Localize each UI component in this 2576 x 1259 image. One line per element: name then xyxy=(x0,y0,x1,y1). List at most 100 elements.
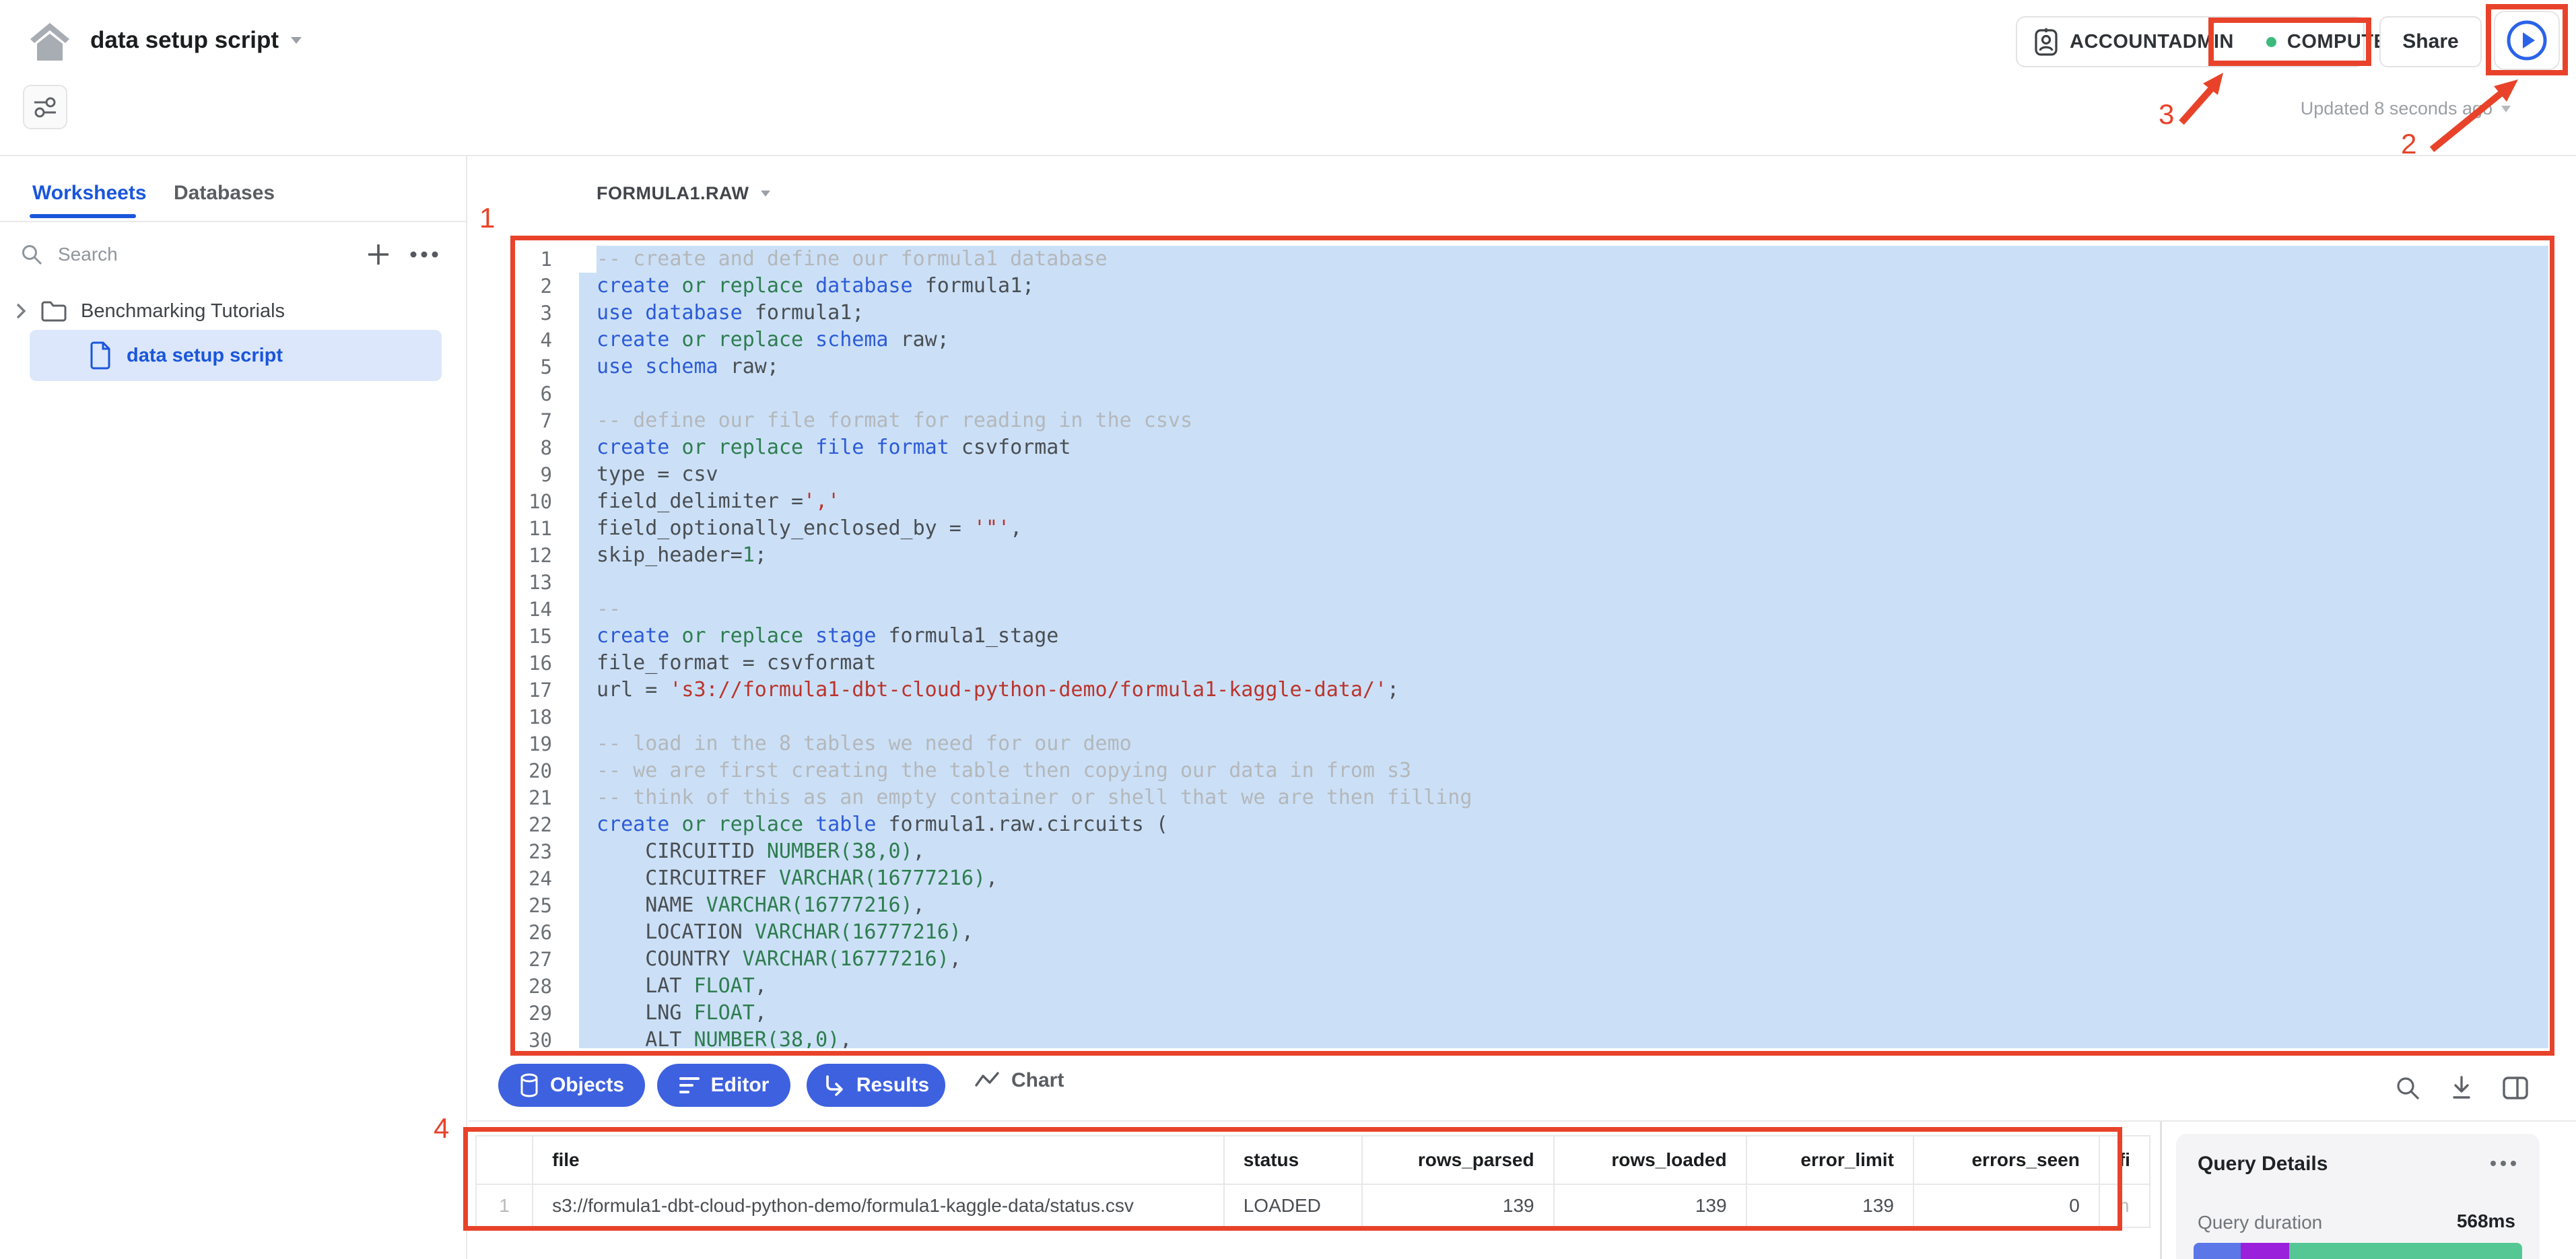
code-line-15[interactable]: create or replace stage formula1_stage xyxy=(579,623,2548,650)
objects-toggle-button[interactable]: Objects xyxy=(498,1064,645,1107)
code-token: -- define our file format for reading in… xyxy=(597,409,1192,432)
database-context-selector[interactable]: FORMULA1.RAW xyxy=(597,183,772,204)
code-line-17[interactable]: url = 's3://formula1-dbt-cloud-python-de… xyxy=(579,677,2548,704)
ellipsis-icon xyxy=(409,250,439,259)
download-results-button[interactable] xyxy=(2447,1073,2476,1103)
editor-toggle-button[interactable]: Editor xyxy=(657,1064,790,1107)
code-line-24[interactable]: CIRCUITREF VARCHAR(16777216), xyxy=(579,865,2548,892)
results-toggle-button[interactable]: Results xyxy=(807,1064,945,1107)
panel-splitter[interactable] xyxy=(2160,1122,2162,1259)
chart-label: Chart xyxy=(1011,1069,1064,1092)
code-line-18[interactable] xyxy=(579,704,2548,730)
sidebar-item-folder[interactable]: Benchmarking Tutorials xyxy=(15,294,452,329)
query-details-menu-button[interactable] xyxy=(2490,1158,2517,1170)
code-token: LAT xyxy=(597,974,694,998)
annotation-label-3: 3 xyxy=(2159,98,2174,131)
column-header-file[interactable]: file xyxy=(533,1136,1224,1184)
editor-code-lines[interactable]: -- create and define our formula1 databa… xyxy=(579,246,2548,1048)
results-table-wrap: filestatusrows_parsedrows_loadederror_li… xyxy=(475,1135,2150,1231)
code-token: '"' xyxy=(974,516,1010,540)
search-icon xyxy=(2395,1075,2420,1101)
table-cell-rows_parsed[interactable]: 139 xyxy=(1362,1184,1553,1227)
code-token: ALT xyxy=(597,1028,694,1048)
code-token: VARCHAR(16777216) xyxy=(755,920,961,944)
code-line-20[interactable]: -- we are first creating the table then … xyxy=(579,757,2548,784)
tab-databases[interactable]: Databases xyxy=(174,182,275,205)
code-line-28[interactable]: LAT FLOAT, xyxy=(579,973,2548,1000)
code-line-6[interactable] xyxy=(579,380,2548,407)
table-cell-fi[interactable]: n xyxy=(2099,1184,2150,1227)
code-token: field_optionally_enclosed_by = xyxy=(597,516,974,540)
code-token: file format xyxy=(815,436,961,459)
code-token: use database xyxy=(597,301,755,325)
table-cell-errors_seen[interactable]: 0 xyxy=(1913,1184,2099,1227)
chevron-right-icon[interactable] xyxy=(15,302,27,320)
filters-button[interactable] xyxy=(23,85,67,129)
column-header-status[interactable]: status xyxy=(1224,1136,1363,1184)
code-line-27[interactable]: COUNTRY VARCHAR(16777216), xyxy=(579,946,2548,973)
code-line-9[interactable]: type = csv xyxy=(579,461,2548,488)
chart-toggle-button[interactable]: Chart xyxy=(975,1069,1064,1092)
code-token: 1 xyxy=(743,543,755,567)
code-line-22[interactable]: create or replace table formula1.raw.cir… xyxy=(579,811,2548,838)
search-input[interactable]: Search xyxy=(20,237,316,272)
worksheet-title[interactable]: data setup script xyxy=(90,27,303,54)
code-token: or replace xyxy=(681,813,815,836)
new-worksheet-button[interactable] xyxy=(361,237,396,272)
code-line-1[interactable]: -- create and define our formula1 databa… xyxy=(579,246,2548,273)
code-line-12[interactable]: skip_header=1; xyxy=(579,542,2548,569)
more-options-button[interactable] xyxy=(405,237,443,272)
code-line-26[interactable]: LOCATION VARCHAR(16777216), xyxy=(579,919,2548,946)
code-line-25[interactable]: NAME VARCHAR(16777216), xyxy=(579,892,2548,919)
code-token: COUNTRY xyxy=(597,947,743,971)
sql-editor[interactable]: 1234567891011121314151617181920212223242… xyxy=(516,242,2548,1048)
code-token: -- xyxy=(597,597,621,621)
code-line-23[interactable]: CIRCUITID NUMBER(38,0), xyxy=(579,838,2548,865)
code-line-4[interactable]: create or replace schema raw; xyxy=(579,327,2548,353)
snowsight-worksheet-page: data setup script ACCOUNTADMIN COMPUTE_W… xyxy=(0,0,2576,1259)
role-label: ACCOUNTADMIN xyxy=(2070,31,2234,53)
column-header-errors_seen[interactable]: errors_seen xyxy=(1913,1136,2099,1184)
code-line-14[interactable]: -- xyxy=(579,596,2548,623)
code-line-21[interactable]: -- think of this as an empty container o… xyxy=(579,784,2548,811)
search-icon xyxy=(20,243,43,266)
tab-worksheets[interactable]: Worksheets xyxy=(32,182,147,205)
code-token: LOCATION xyxy=(597,920,755,944)
code-line-29[interactable]: LNG FLOAT, xyxy=(579,1000,2548,1027)
code-token: NUMBER(38,0) xyxy=(767,840,913,863)
code-line-8[interactable]: create or replace file format csvformat xyxy=(579,434,2548,461)
code-line-7[interactable]: -- define our file format for reading in… xyxy=(579,407,2548,434)
updated-timestamp[interactable]: Updated 8 seconds ago xyxy=(2242,98,2511,119)
sidebar-item-worksheet-selected[interactable]: data setup script xyxy=(30,330,442,381)
table-row[interactable]: 1s3://formula1-dbt-cloud-python-demo/for… xyxy=(476,1184,2150,1227)
role-selector[interactable]: ACCOUNTADMIN xyxy=(2017,18,2250,66)
home-button[interactable] xyxy=(24,18,75,66)
table-cell-status[interactable]: LOADED xyxy=(1224,1184,1363,1227)
column-header-error_limit[interactable]: error_limit xyxy=(1747,1136,1913,1184)
share-button[interactable]: Share xyxy=(2379,16,2482,67)
code-token: field_delimiter = xyxy=(597,489,803,513)
column-header-rows_parsed[interactable]: rows_parsed xyxy=(1362,1136,1553,1184)
code-line-19[interactable]: -- load in the 8 tables we need for our … xyxy=(579,730,2548,757)
code-line-30[interactable]: ALT NUMBER(38,0), xyxy=(579,1027,2548,1048)
table-cell-file[interactable]: s3://formula1-dbt-cloud-python-demo/form… xyxy=(533,1184,1224,1227)
table-cell-rows_loaded[interactable]: 139 xyxy=(1554,1184,1747,1227)
code-line-5[interactable]: use schema raw; xyxy=(579,353,2548,380)
results-table[interactable]: filestatusrows_parsedrows_loadederror_li… xyxy=(475,1135,2150,1228)
split-view-button[interactable] xyxy=(2501,1073,2530,1103)
code-line-2[interactable]: create or replace database formula1; xyxy=(579,273,2548,300)
search-results-button[interactable] xyxy=(2393,1073,2422,1103)
code-line-3[interactable]: use database formula1; xyxy=(579,300,2548,327)
column-header-fi[interactable]: fi xyxy=(2099,1136,2150,1184)
run-button[interactable] xyxy=(2494,11,2560,70)
code-token: or replace xyxy=(681,274,815,298)
code-line-11[interactable]: field_optionally_enclosed_by = '"', xyxy=(579,515,2548,542)
code-token: url = xyxy=(597,678,669,702)
code-line-10[interactable]: field_delimiter =',' xyxy=(579,488,2548,515)
column-header-rows_loaded[interactable]: rows_loaded xyxy=(1554,1136,1747,1184)
table-cell-error_limit[interactable]: 139 xyxy=(1747,1184,1913,1227)
code-line-16[interactable]: file_format = csvformat xyxy=(579,650,2548,677)
code-line-13[interactable] xyxy=(579,569,2548,596)
database-icon xyxy=(519,1073,539,1097)
results-label: Results xyxy=(856,1074,929,1097)
